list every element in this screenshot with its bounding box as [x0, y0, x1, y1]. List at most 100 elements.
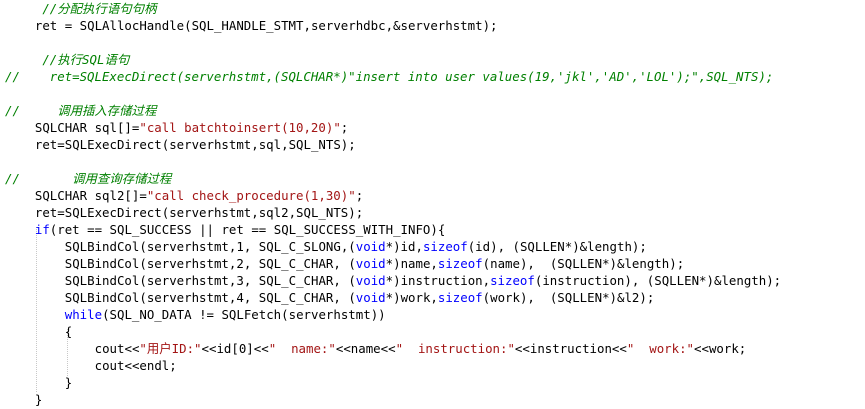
code-token: serverhdbc [310, 18, 386, 33]
code-token: < [124, 358, 132, 373]
code-line: SQLCHAR sql[]="call batchtoinsert(10,20)… [5, 119, 348, 136]
code-token: , [430, 290, 438, 305]
code-token: ) [609, 256, 617, 271]
code-token: ! [199, 307, 207, 322]
code-token: ) [393, 273, 401, 288]
code-string: " instruction:" [395, 341, 515, 356]
code-token: name [490, 256, 520, 271]
code-token: = [251, 222, 259, 237]
code-token: ret [34, 205, 58, 220]
code-token: SQLExecDirect [64, 137, 162, 152]
code-token: < [619, 341, 627, 356]
code-token: * [602, 256, 610, 271]
code-token: SQLCHAR [34, 120, 88, 135]
code-token: l2 [624, 290, 640, 305]
code-token: = [57, 137, 65, 152]
code-token: < [343, 341, 351, 356]
code-token: , [385, 18, 394, 33]
code-token: ) [766, 273, 774, 288]
code-line: //分配执行语句句柄 [5, 0, 156, 17]
code-token: ) [430, 222, 438, 237]
code-line: ret=SQLExecDirect(serverhstmt,sql2,SQL_N… [5, 204, 363, 221]
code-token: < [701, 341, 709, 356]
code-token: sql [94, 120, 117, 135]
code-token: { [64, 324, 73, 339]
code-token: , [333, 273, 341, 288]
code-token: sql2 [94, 188, 125, 203]
code-token: ( [139, 256, 147, 271]
code-token: instruction [529, 341, 612, 356]
code-token: SQL_NTS [288, 137, 341, 152]
code-token: } [64, 375, 73, 390]
code-token: , [482, 273, 491, 288]
code-keyword: sizeof [437, 256, 483, 271]
code-token: work [708, 341, 739, 356]
code-token: SQLAllocHandle [79, 18, 185, 33]
code-token: ; [355, 188, 364, 203]
code-line: cout<<endl; [5, 357, 177, 374]
code-token: , [303, 18, 311, 33]
code-token: ( [348, 239, 356, 254]
code-keyword: sizeof [490, 273, 535, 288]
code-comment: //分配执行语句句柄 [42, 1, 157, 16]
code-token: = [139, 188, 147, 203]
code-token: ( [482, 256, 491, 271]
code-token: ; [490, 18, 498, 33]
code-token: [ [231, 341, 239, 356]
code-token: ; [169, 358, 177, 373]
code-token: ; [773, 273, 782, 288]
code-line: ret=SQLExecDirect(serverhstmt,sql,SQL_NT… [5, 136, 356, 153]
code-token: | [199, 222, 207, 237]
code-token: ) [378, 307, 386, 322]
code-token: SQL_C_CHAR [258, 256, 334, 271]
code-line: //执行SQL语句 [5, 51, 129, 68]
code-token: ) [490, 239, 498, 254]
code-line: // 调用查询存储过程 [5, 170, 171, 187]
code-keyword: while [64, 307, 103, 322]
code-line: cout<<"用户ID:"<<id[0]<<" name:"<<name<<" … [5, 340, 747, 357]
code-token: serverhstmt [169, 137, 252, 152]
code-token: ret [34, 18, 58, 33]
code-token: SQL_C_CHAR [258, 290, 334, 305]
code-string: "call batchtoinsert(10,20)" [139, 120, 341, 135]
code-line: SQLBindCol(serverhstmt,2, SQL_C_CHAR, (v… [5, 255, 684, 272]
code-token: , [415, 239, 423, 254]
code-token: ; [738, 341, 747, 356]
code-token: , [333, 290, 341, 305]
code-token: endl [139, 358, 170, 373]
code-token: < [388, 341, 396, 356]
code-token: ] [246, 341, 254, 356]
code-token: SQLCHAR [34, 188, 88, 203]
code-token: sql2 [258, 205, 289, 220]
code-editor[interactable]: //分配执行语句句柄 ret = SQLAllocHandle(SQL_HAND… [0, 0, 865, 409]
code-token: id [475, 239, 491, 254]
code-token: name [400, 256, 431, 271]
